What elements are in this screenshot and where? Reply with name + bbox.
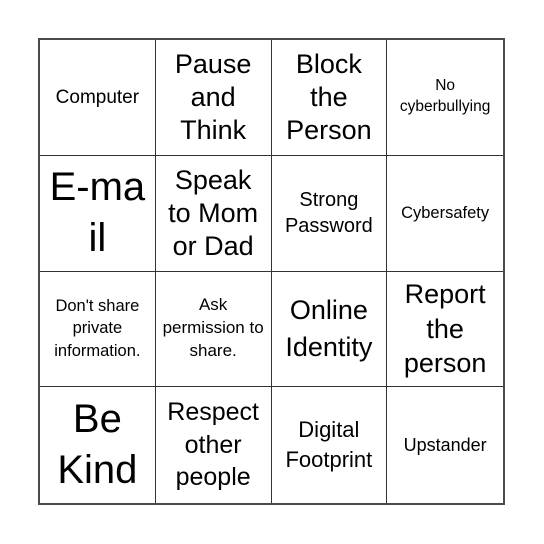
bingo-cell[interactable]: Cybersafety bbox=[387, 156, 503, 272]
cell-text: Block the Person bbox=[286, 48, 372, 145]
cell-text: Pause and Think bbox=[174, 48, 252, 145]
cell-text: Cybersafety bbox=[401, 203, 490, 222]
bingo-cell[interactable]: Ask permission to share. bbox=[155, 271, 272, 388]
bingo-card: Computer Pause and Think Block the Perso… bbox=[38, 38, 505, 505]
cell-text: Report the person bbox=[403, 279, 487, 379]
bingo-cell[interactable]: Online Identity bbox=[271, 271, 388, 388]
bingo-cell[interactable]: Upstander bbox=[387, 387, 503, 503]
cell-text: Upstander bbox=[403, 435, 487, 456]
bingo-cell[interactable]: Don't share private information. bbox=[40, 271, 156, 388]
cell-text: Digital Footprint bbox=[285, 417, 373, 473]
cell-text: No cyberbullying bbox=[399, 77, 491, 116]
cell-text: Don't share private information. bbox=[54, 296, 141, 361]
cell-text: Ask permission to share. bbox=[162, 295, 264, 361]
cell-text: E-mail bbox=[49, 164, 146, 261]
bingo-cell[interactable]: Respect other people bbox=[156, 387, 272, 503]
cell-text: Online Identity bbox=[285, 295, 373, 362]
bingo-cell[interactable]: No cyberbullying bbox=[387, 40, 503, 156]
bingo-cell[interactable]: Computer bbox=[40, 40, 156, 156]
bingo-cell[interactable]: Digital Footprint bbox=[272, 387, 388, 503]
cell-text: Computer bbox=[55, 86, 140, 108]
cell-text: Strong Password bbox=[284, 189, 373, 238]
bingo-cell[interactable]: Speak to Mom or Dad bbox=[155, 155, 272, 272]
bingo-cell[interactable]: Be Kind bbox=[40, 387, 156, 503]
bingo-cell[interactable]: Pause and Think bbox=[155, 40, 272, 156]
cell-text: Respect other people bbox=[167, 398, 259, 492]
bingo-cell[interactable]: E-mail bbox=[40, 155, 156, 272]
cell-text: Be Kind bbox=[57, 396, 138, 493]
bingo-cell[interactable]: Report the person bbox=[387, 272, 503, 388]
bingo-cell[interactable]: Block the Person bbox=[271, 40, 388, 156]
cell-text: Speak to Mom or Dad bbox=[168, 164, 259, 261]
bingo-cell[interactable]: Strong Password bbox=[271, 155, 388, 272]
